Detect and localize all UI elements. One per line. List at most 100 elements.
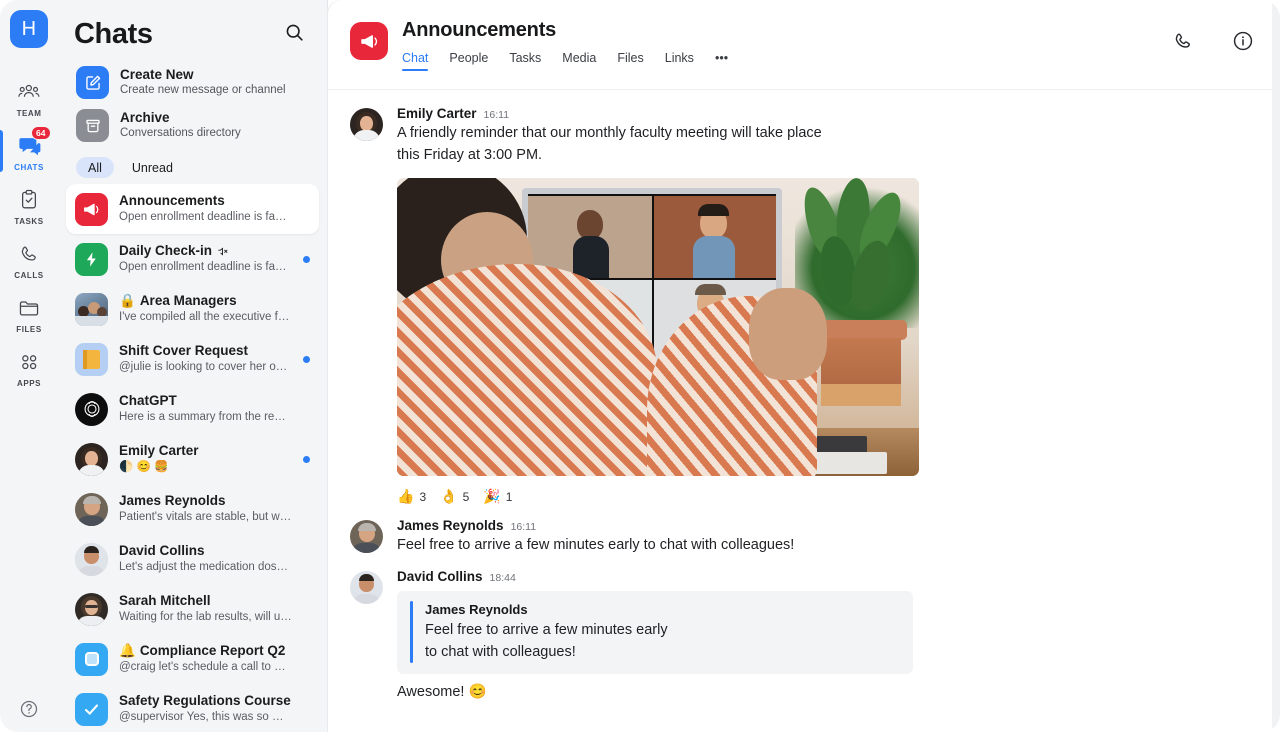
chat-name: Announcements (119, 193, 225, 209)
quoted-message: James Reynolds Feel free to arrive a few… (397, 591, 913, 675)
tab-files[interactable]: Files (617, 51, 643, 71)
avatar (75, 642, 108, 676)
tab-chat[interactable]: Chat (402, 51, 429, 71)
chat-preview: Patient's vitals are stable, but we sho.… (119, 511, 292, 524)
message-body: Emily Carter 16:11 A friendly reminder t… (397, 106, 1258, 505)
chat-list-item[interactable]: James Reynolds Patient's vitals are stabl… (66, 484, 319, 534)
quick-actions: Create New Create new message or channel A… (58, 61, 327, 147)
quote-author: James Reynolds (425, 602, 528, 618)
chat-list-item[interactable]: Emily Carter 🌓 😊 🍔 (66, 434, 319, 484)
reaction-emoji: 🎉 (483, 488, 501, 505)
message: James Reynolds 16:11 Feel free to arrive… (350, 518, 1258, 556)
chat-list-item[interactable]: 🔔 Compliance Report Q2 @craig let's schedu… (66, 634, 319, 684)
right-edge-strip (1272, 0, 1280, 732)
rail-item-apps[interactable]: APPS (0, 340, 58, 394)
call-button[interactable] (1173, 31, 1194, 57)
chat-name: Area Managers (139, 293, 237, 309)
chat-prefix-icon: 🔒 (119, 293, 136, 309)
chat-list-panel: Chats Create New Create new message or ch… (58, 0, 328, 732)
avatar (75, 692, 108, 726)
message-image[interactable] (397, 178, 919, 477)
chat-name: Daily Check-in (119, 243, 213, 259)
unread-dot (303, 355, 310, 363)
tab-media[interactable]: Media (562, 51, 596, 71)
tab-links[interactable]: Links (665, 51, 694, 71)
chat-bubble-icon: 64 (18, 126, 51, 159)
chat-preview: Open enrollment deadline is fast ap... (119, 211, 292, 224)
quick-action-subtitle: Conversations directory (120, 127, 241, 140)
chat-list-item[interactable]: Safety Regulations Course @supervisor Yes… (66, 684, 319, 732)
chat-prefix-icon: 🔔 (119, 643, 136, 659)
reaction-count: 5 (462, 489, 470, 504)
filter-all[interactable]: All (76, 157, 114, 178)
info-circle-icon[interactable] (1232, 30, 1254, 57)
search-icon[interactable] (284, 22, 305, 48)
chat-list-item[interactable]: Daily Check-in Open enrollment deadline i… (66, 234, 319, 284)
phone-icon (19, 241, 40, 267)
avatar (75, 242, 108, 276)
chat-list-item[interactable]: 🔒 Area Managers I've compiled all the exec… (66, 284, 319, 334)
conversation-title: Announcements (402, 19, 557, 41)
message-timestamp: 16:11 (483, 109, 510, 121)
message-body: James Reynolds 16:11 Feel free to arrive… (397, 518, 1258, 556)
reaction-count: 3 (419, 489, 427, 504)
chat-name: Emily Carter (119, 443, 199, 459)
chat-filter-tabs: All Unread (58, 147, 327, 184)
rail-item-calls[interactable]: CALLS (0, 232, 58, 286)
avatar (350, 520, 383, 554)
chat-preview: @craig let's schedule a call to discus..… (119, 661, 292, 674)
unread-dot (303, 255, 310, 263)
message-body: David Collins 18:44 James Reynolds Feel … (397, 569, 1258, 700)
megaphone-icon (350, 22, 388, 60)
rail-item-files[interactable]: FILES (0, 286, 58, 340)
chat-list-item[interactable]: David Collins Let's adjust the medication… (66, 534, 319, 584)
chat-list-item[interactable]: Sarah Mitchell Waiting for the lab result… (66, 584, 319, 634)
mute-icon (216, 245, 229, 258)
reaction-emoji: 👍 (397, 488, 415, 505)
app-logo[interactable]: H (10, 10, 48, 48)
page-title: Chats (74, 18, 153, 50)
rail-item-label: TEAM (16, 109, 42, 118)
avatar (75, 392, 108, 426)
chat-list-item[interactable]: ChatGPT Here is a summary from the report… (66, 384, 319, 434)
message: David Collins 18:44 James Reynolds Feel … (350, 569, 1258, 700)
chat-application-window: H TEAM 64 CHATS TASKS CALLS FILES APPS Chats C… (0, 0, 1280, 732)
rail-item-tasks[interactable]: TASKS (0, 178, 58, 232)
chat-list-item[interactable]: Shift Cover Request @julie is looking to … (66, 334, 319, 384)
message-text: Feel free to arrive a few minutes early … (397, 537, 795, 554)
tab-tasks[interactable]: Tasks (509, 51, 541, 71)
message-text: Awesome! 😊 (397, 684, 487, 701)
compose-icon (76, 66, 109, 99)
unread-badge: 64 (30, 126, 51, 141)
chat-name: James Reynolds (119, 493, 226, 509)
conversation-header: Announcements Chat People Tasks Media Files L… (328, 0, 1280, 90)
quote-line-2: to chat with colleagues! (425, 643, 576, 660)
avatar (75, 442, 108, 476)
rail-item-label: CHATS (14, 163, 44, 172)
message-author: David Collins (397, 569, 483, 585)
help-circle-icon[interactable] (19, 699, 39, 724)
folder-icon (18, 295, 40, 321)
message-thread: Emily Carter 16:11 A friendly reminder t… (328, 90, 1280, 732)
rail-item-label: TASKS (14, 217, 44, 226)
reaction-chip[interactable]: 👌 5 (440, 488, 469, 505)
chat-name: David Collins (119, 543, 205, 559)
quick-action-archive[interactable]: Archive Conversations directory (68, 104, 317, 147)
filter-unread[interactable]: Unread (120, 157, 185, 178)
avatar (350, 108, 383, 141)
avatar (75, 292, 108, 326)
reaction-chip[interactable]: 👍 3 (397, 488, 426, 505)
chat-preview: Open enrollment deadline is fast ap... (119, 261, 292, 274)
chat-list-item[interactable]: Announcements Open enrollment deadline is… (66, 184, 319, 234)
tab-[interactable]: ••• (715, 51, 728, 71)
quick-action-title: Archive (120, 109, 170, 125)
quick-action-create-new[interactable]: Create New Create new message or channel (68, 61, 317, 104)
tab-people[interactable]: People (449, 51, 488, 71)
rail-item-team[interactable]: TEAM (0, 70, 58, 124)
avatar (75, 192, 108, 226)
rail-item-chats[interactable]: 64 CHATS (0, 124, 58, 178)
reaction-chip[interactable]: 🎉 1 (483, 488, 512, 505)
message-author: Emily Carter (397, 106, 477, 121)
chat-preview: I've compiled all the executive feedb... (119, 311, 292, 324)
avatar (350, 571, 383, 605)
